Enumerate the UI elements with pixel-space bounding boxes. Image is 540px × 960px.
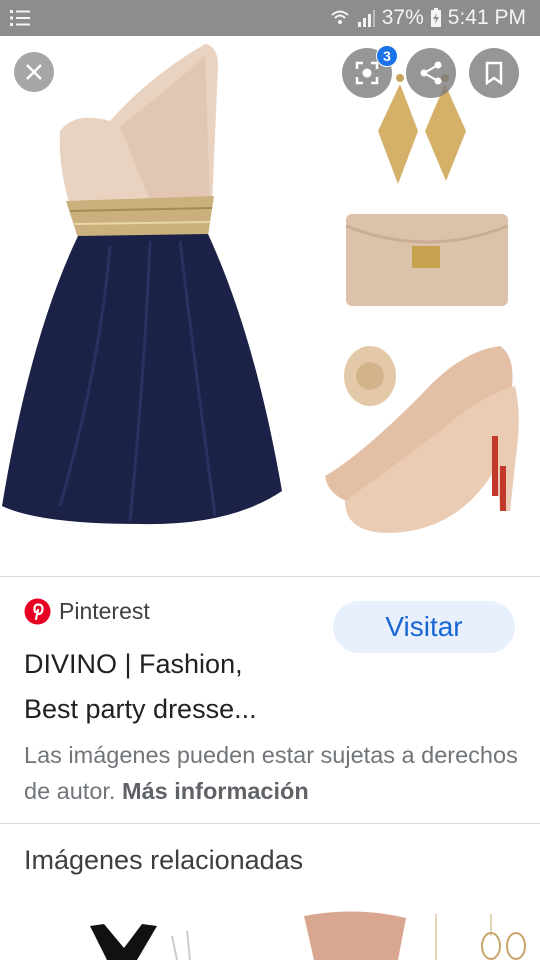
- save-button[interactable]: [469, 48, 519, 98]
- share-button[interactable]: [406, 48, 456, 98]
- related-image-2: [276, 906, 528, 960]
- related-images-heading: Imágenes relacionadas: [24, 845, 304, 875]
- notification-list-icon: [10, 10, 30, 26]
- product-image[interactable]: [0, 36, 540, 576]
- close-icon: [26, 64, 42, 80]
- source-name: Pinterest: [59, 598, 150, 624]
- title-line-1: DIVINO | Fashion,: [24, 649, 243, 679]
- more-info-link[interactable]: Más información: [122, 778, 309, 804]
- lens-icon: [355, 61, 379, 85]
- battery-charging-icon: [430, 8, 441, 27]
- battery-percent: 37%: [381, 6, 424, 29]
- close-button[interactable]: [14, 52, 54, 92]
- source-row[interactable]: Pinterest: [24, 598, 150, 625]
- related-image-thumbnail[interactable]: [12, 906, 264, 960]
- divider: [0, 576, 540, 577]
- image-title[interactable]: DIVINO | Fashion, Best party dresse...: [24, 642, 324, 732]
- divider: [0, 823, 540, 824]
- clock: 5:41 PM: [447, 6, 526, 29]
- title-line-2: Best party dresse...: [24, 694, 257, 724]
- lens-badge: 3: [376, 45, 398, 67]
- wifi-icon: [331, 10, 349, 24]
- pinterest-logo-icon: [24, 598, 51, 625]
- visit-button[interactable]: Visitar: [333, 601, 515, 653]
- status-bar: 37% 5:41 PM: [0, 0, 540, 36]
- related-image-1: [12, 906, 264, 960]
- copyright-notice: Las imágenes pueden estar sujetas a dere…: [24, 737, 524, 809]
- image-viewer: 3: [0, 36, 540, 576]
- signal-icon: [357, 10, 375, 27]
- share-icon: [420, 61, 442, 85]
- related-image-thumbnail[interactable]: [276, 906, 528, 960]
- bookmark-icon: [485, 61, 503, 85]
